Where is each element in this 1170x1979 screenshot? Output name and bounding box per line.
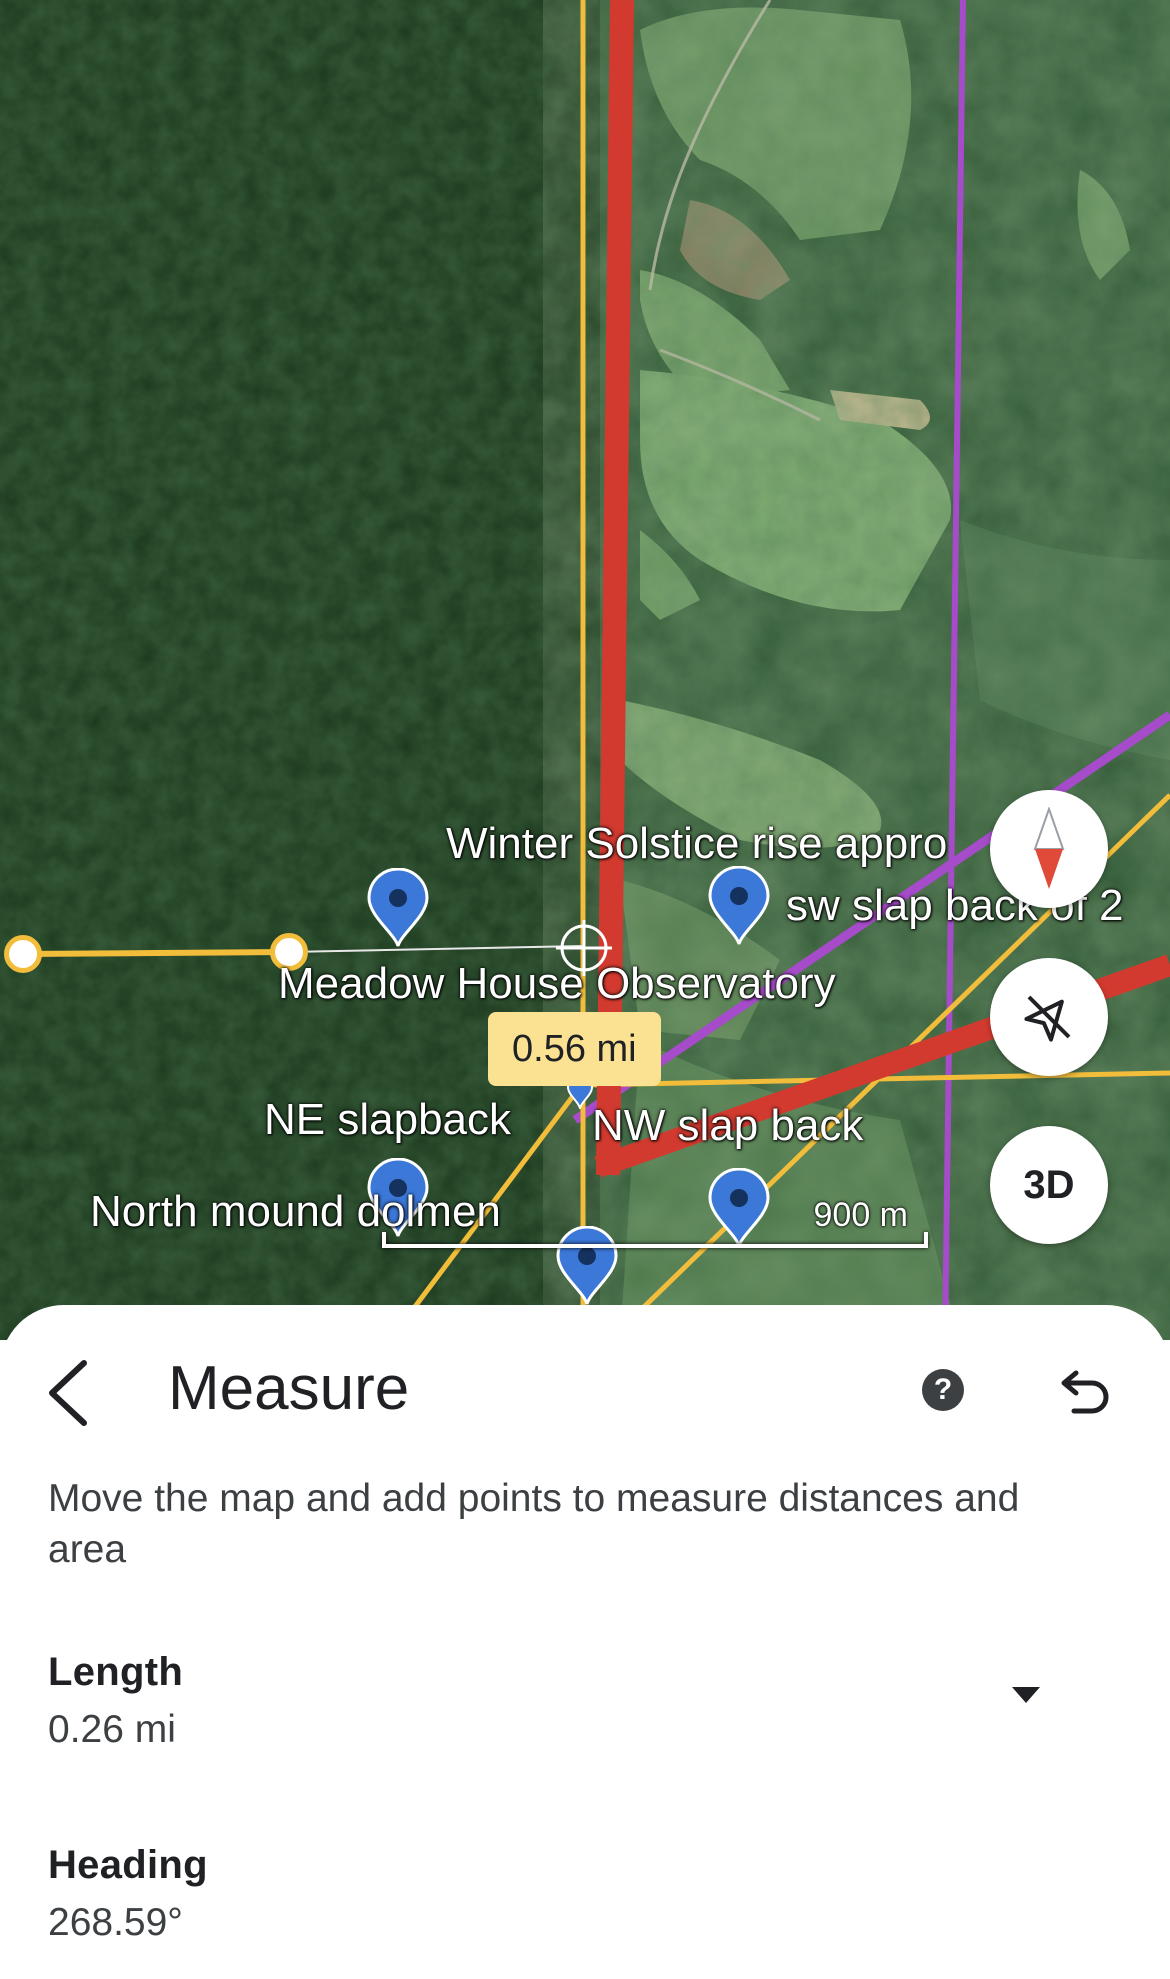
satellite-map[interactable]: Winter Solstice rise appro sw slap back … (0, 0, 1170, 1340)
map-pin-icon[interactable] (706, 866, 772, 946)
undo-icon[interactable] (1058, 1361, 1114, 1417)
scale-label: 900 m (813, 1196, 909, 1234)
instruction-text: Move the map and add points to measure d… (48, 1477, 1020, 1571)
3d-toggle-button[interactable]: 3D (990, 1126, 1108, 1244)
scale-bar-line (382, 1232, 928, 1248)
dropdown-icon[interactable] (1010, 1685, 1042, 1705)
sheet-title: Measure (168, 1354, 410, 1423)
place-label-meadow-house[interactable]: Meadow House Observatory (278, 962, 836, 1006)
heading-label: Heading (48, 1843, 208, 1887)
navigation-toggle-button[interactable] (990, 958, 1108, 1076)
measure-point-start[interactable] (4, 935, 42, 973)
back-arrow-icon[interactable] (42, 1357, 94, 1429)
measure-sheet: Measure ? Move the map and add points to… (0, 1305, 1170, 1979)
length-value: 0.26 mi (48, 1708, 176, 1751)
map-imagery (0, 0, 1170, 1340)
compass-button[interactable] (990, 790, 1108, 908)
length-label: Length (48, 1650, 184, 1694)
place-label-winter-solstice[interactable]: Winter Solstice rise appro (446, 822, 947, 866)
distance-tooltip: 0.56 mi (488, 1012, 661, 1086)
navigation-off-icon (1024, 995, 1071, 1042)
compass-icon (1033, 807, 1065, 889)
map-pin-icon[interactable] (365, 868, 431, 948)
place-label-ne-slapback[interactable]: NE slapback (264, 1098, 511, 1142)
place-label-nw-slap-back[interactable]: NW slap back (592, 1104, 863, 1148)
scale-bar: 900 m (382, 1196, 928, 1254)
help-icon[interactable]: ? (922, 1369, 964, 1411)
heading-value: 268.59° (48, 1901, 183, 1944)
